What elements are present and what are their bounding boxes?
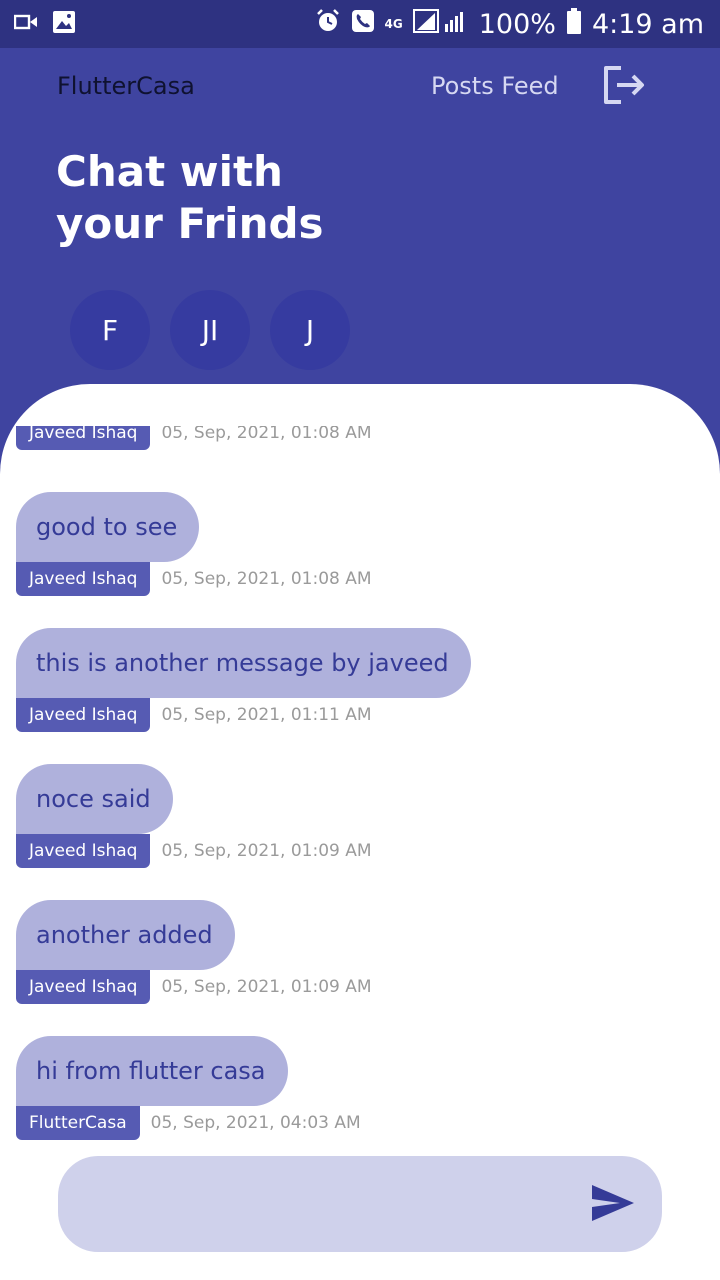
message-sender: Javeed Ishaq <box>16 834 151 868</box>
message-sender: FlutterCasa <box>16 1106 140 1140</box>
message-sender: Javeed Ishaq <box>16 426 151 450</box>
friend-avatar[interactable]: J <box>270 290 350 370</box>
friend-avatar[interactable]: JI <box>170 290 250 370</box>
message-item: another added Javeed Ishaq 05, Sep, 2021… <box>16 900 372 1004</box>
status-bar: 4G 100% 4:19 am <box>0 0 720 48</box>
message-meta-partial: Javeed Ishaq 05, Sep, 2021, 01:08 AM <box>16 426 372 460</box>
message-sender: Javeed Ishaq <box>16 698 151 732</box>
chat-panel: Javeed Ishaq 05, Sep, 2021, 01:08 AM goo… <box>0 384 720 1280</box>
send-icon[interactable] <box>590 1182 636 1224</box>
title-line-1: Chat with <box>56 147 283 196</box>
message-list[interactable]: Javeed Ishaq 05, Sep, 2021, 01:08 AM goo… <box>0 384 720 1144</box>
message-time: 05, Sep, 2021, 01:11 AM <box>161 705 372 725</box>
friends-avatar-list: F JI J <box>70 290 350 370</box>
message-item: this is another message by javeed Javeed… <box>16 628 471 732</box>
message-time: 05, Sep, 2021, 04:03 AM <box>150 1113 361 1133</box>
battery-icon <box>566 7 582 41</box>
posts-feed-link[interactable]: Posts Feed <box>431 72 559 100</box>
page-title: Chat with your Frinds <box>56 146 324 250</box>
message-bubble[interactable]: noce said <box>16 764 173 834</box>
message-bubble[interactable]: this is another message by javeed <box>16 628 471 698</box>
alarm-icon <box>315 8 341 41</box>
message-input[interactable] <box>82 1156 582 1252</box>
status-right: 4G 100% 4:19 am <box>315 7 704 41</box>
battery-percent: 100% <box>478 8 556 40</box>
phone-icon <box>351 9 375 40</box>
message-bubble[interactable]: hi from flutter casa <box>16 1036 288 1106</box>
message-sender: Javeed Ishaq <box>16 970 151 1004</box>
clock: 4:19 am <box>591 8 704 40</box>
logout-icon[interactable] <box>601 64 647 106</box>
message-sender: Javeed Ishaq <box>16 562 151 596</box>
message-time: 05, Sep, 2021, 01:09 AM <box>161 977 372 997</box>
message-bubble[interactable]: good to see <box>16 492 200 562</box>
message-item: noce said Javeed Ishaq 05, Sep, 2021, 01… <box>16 764 372 868</box>
brand-name: FlutterCasa <box>57 72 195 100</box>
signal-icon <box>412 8 469 41</box>
message-bubble[interactable]: another added <box>16 900 235 970</box>
message-composer <box>58 1156 662 1252</box>
video-icon <box>13 14 38 34</box>
friend-avatar[interactable]: F <box>70 290 150 370</box>
message-item: hi from flutter casa FlutterCasa 05, Sep… <box>16 1036 361 1140</box>
app-header: FlutterCasa Posts Feed Chat with your Fr… <box>0 48 720 408</box>
image-icon <box>52 10 76 38</box>
status-left <box>13 10 76 38</box>
network-type: 4G <box>384 17 403 31</box>
message-time: 05, Sep, 2021, 01:08 AM <box>161 426 372 443</box>
message-item: good to see Javeed Ishaq 05, Sep, 2021, … <box>16 492 372 596</box>
message-time: 05, Sep, 2021, 01:08 AM <box>161 569 372 589</box>
title-line-2: your Frinds <box>56 199 324 248</box>
message-time: 05, Sep, 2021, 01:09 AM <box>161 841 372 861</box>
